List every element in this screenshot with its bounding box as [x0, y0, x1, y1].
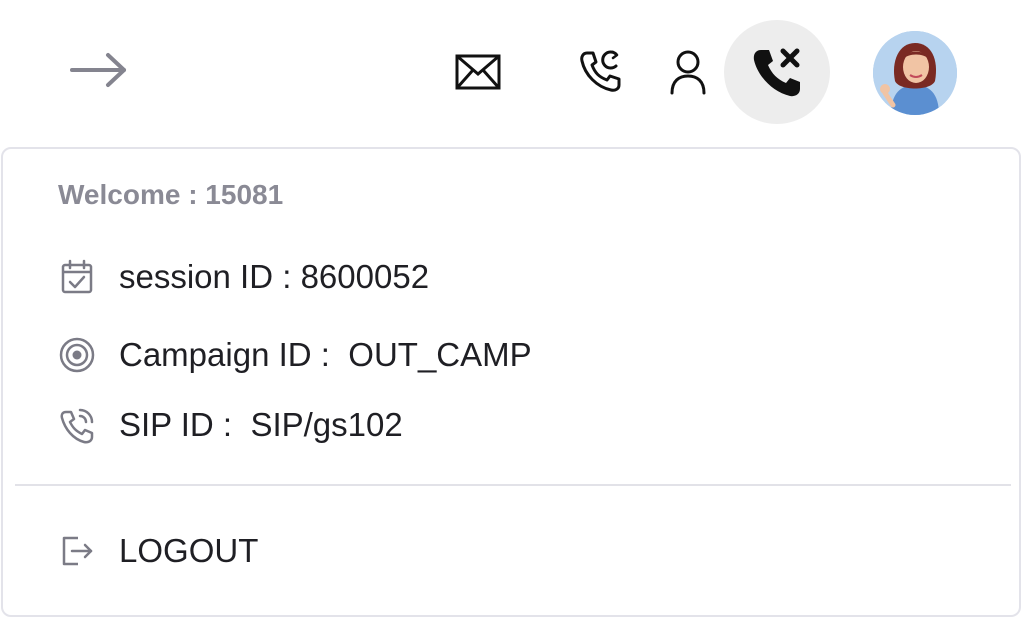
campaign-id-label: Campaign ID [119, 336, 312, 373]
campaign-id-row: Campaign ID : OUT_CAMP [57, 335, 532, 375]
phone-ringing-icon [57, 405, 97, 445]
campaign-id-separator: : [311, 336, 349, 373]
top-bar [0, 0, 1024, 140]
session-id-value: 8600052 [300, 258, 430, 295]
phone-callback-icon[interactable] [570, 44, 630, 100]
logout-button[interactable]: LOGOUT [57, 531, 258, 571]
target-icon [57, 335, 97, 375]
calendar-check-icon [57, 257, 97, 297]
campaign-id-value: OUT_CAMP [348, 336, 532, 373]
session-id-row: session ID : 8600052 [57, 257, 429, 297]
logout-label: LOGOUT [119, 532, 259, 569]
avatar[interactable] [873, 31, 957, 115]
menu-divider [15, 484, 1011, 486]
session-id-label: session ID [119, 258, 274, 295]
sip-id-separator: : [213, 406, 251, 443]
session-id-separator: : [273, 258, 301, 295]
profile-dropdown: Welcome : 15081 session ID : 8600052 Cam… [1, 147, 1021, 617]
sip-id-value: SIP/gs102 [250, 406, 403, 443]
user-icon[interactable] [662, 44, 714, 100]
phone-missed-icon[interactable] [724, 20, 830, 124]
welcome-text: Welcome : 15081 [58, 179, 284, 210]
mail-icon[interactable] [448, 46, 508, 98]
sip-id-label: SIP ID [119, 406, 214, 443]
logout-icon [57, 531, 97, 571]
sip-id-row: SIP ID : SIP/gs102 [57, 405, 403, 445]
arrow-right-icon[interactable] [60, 44, 136, 96]
